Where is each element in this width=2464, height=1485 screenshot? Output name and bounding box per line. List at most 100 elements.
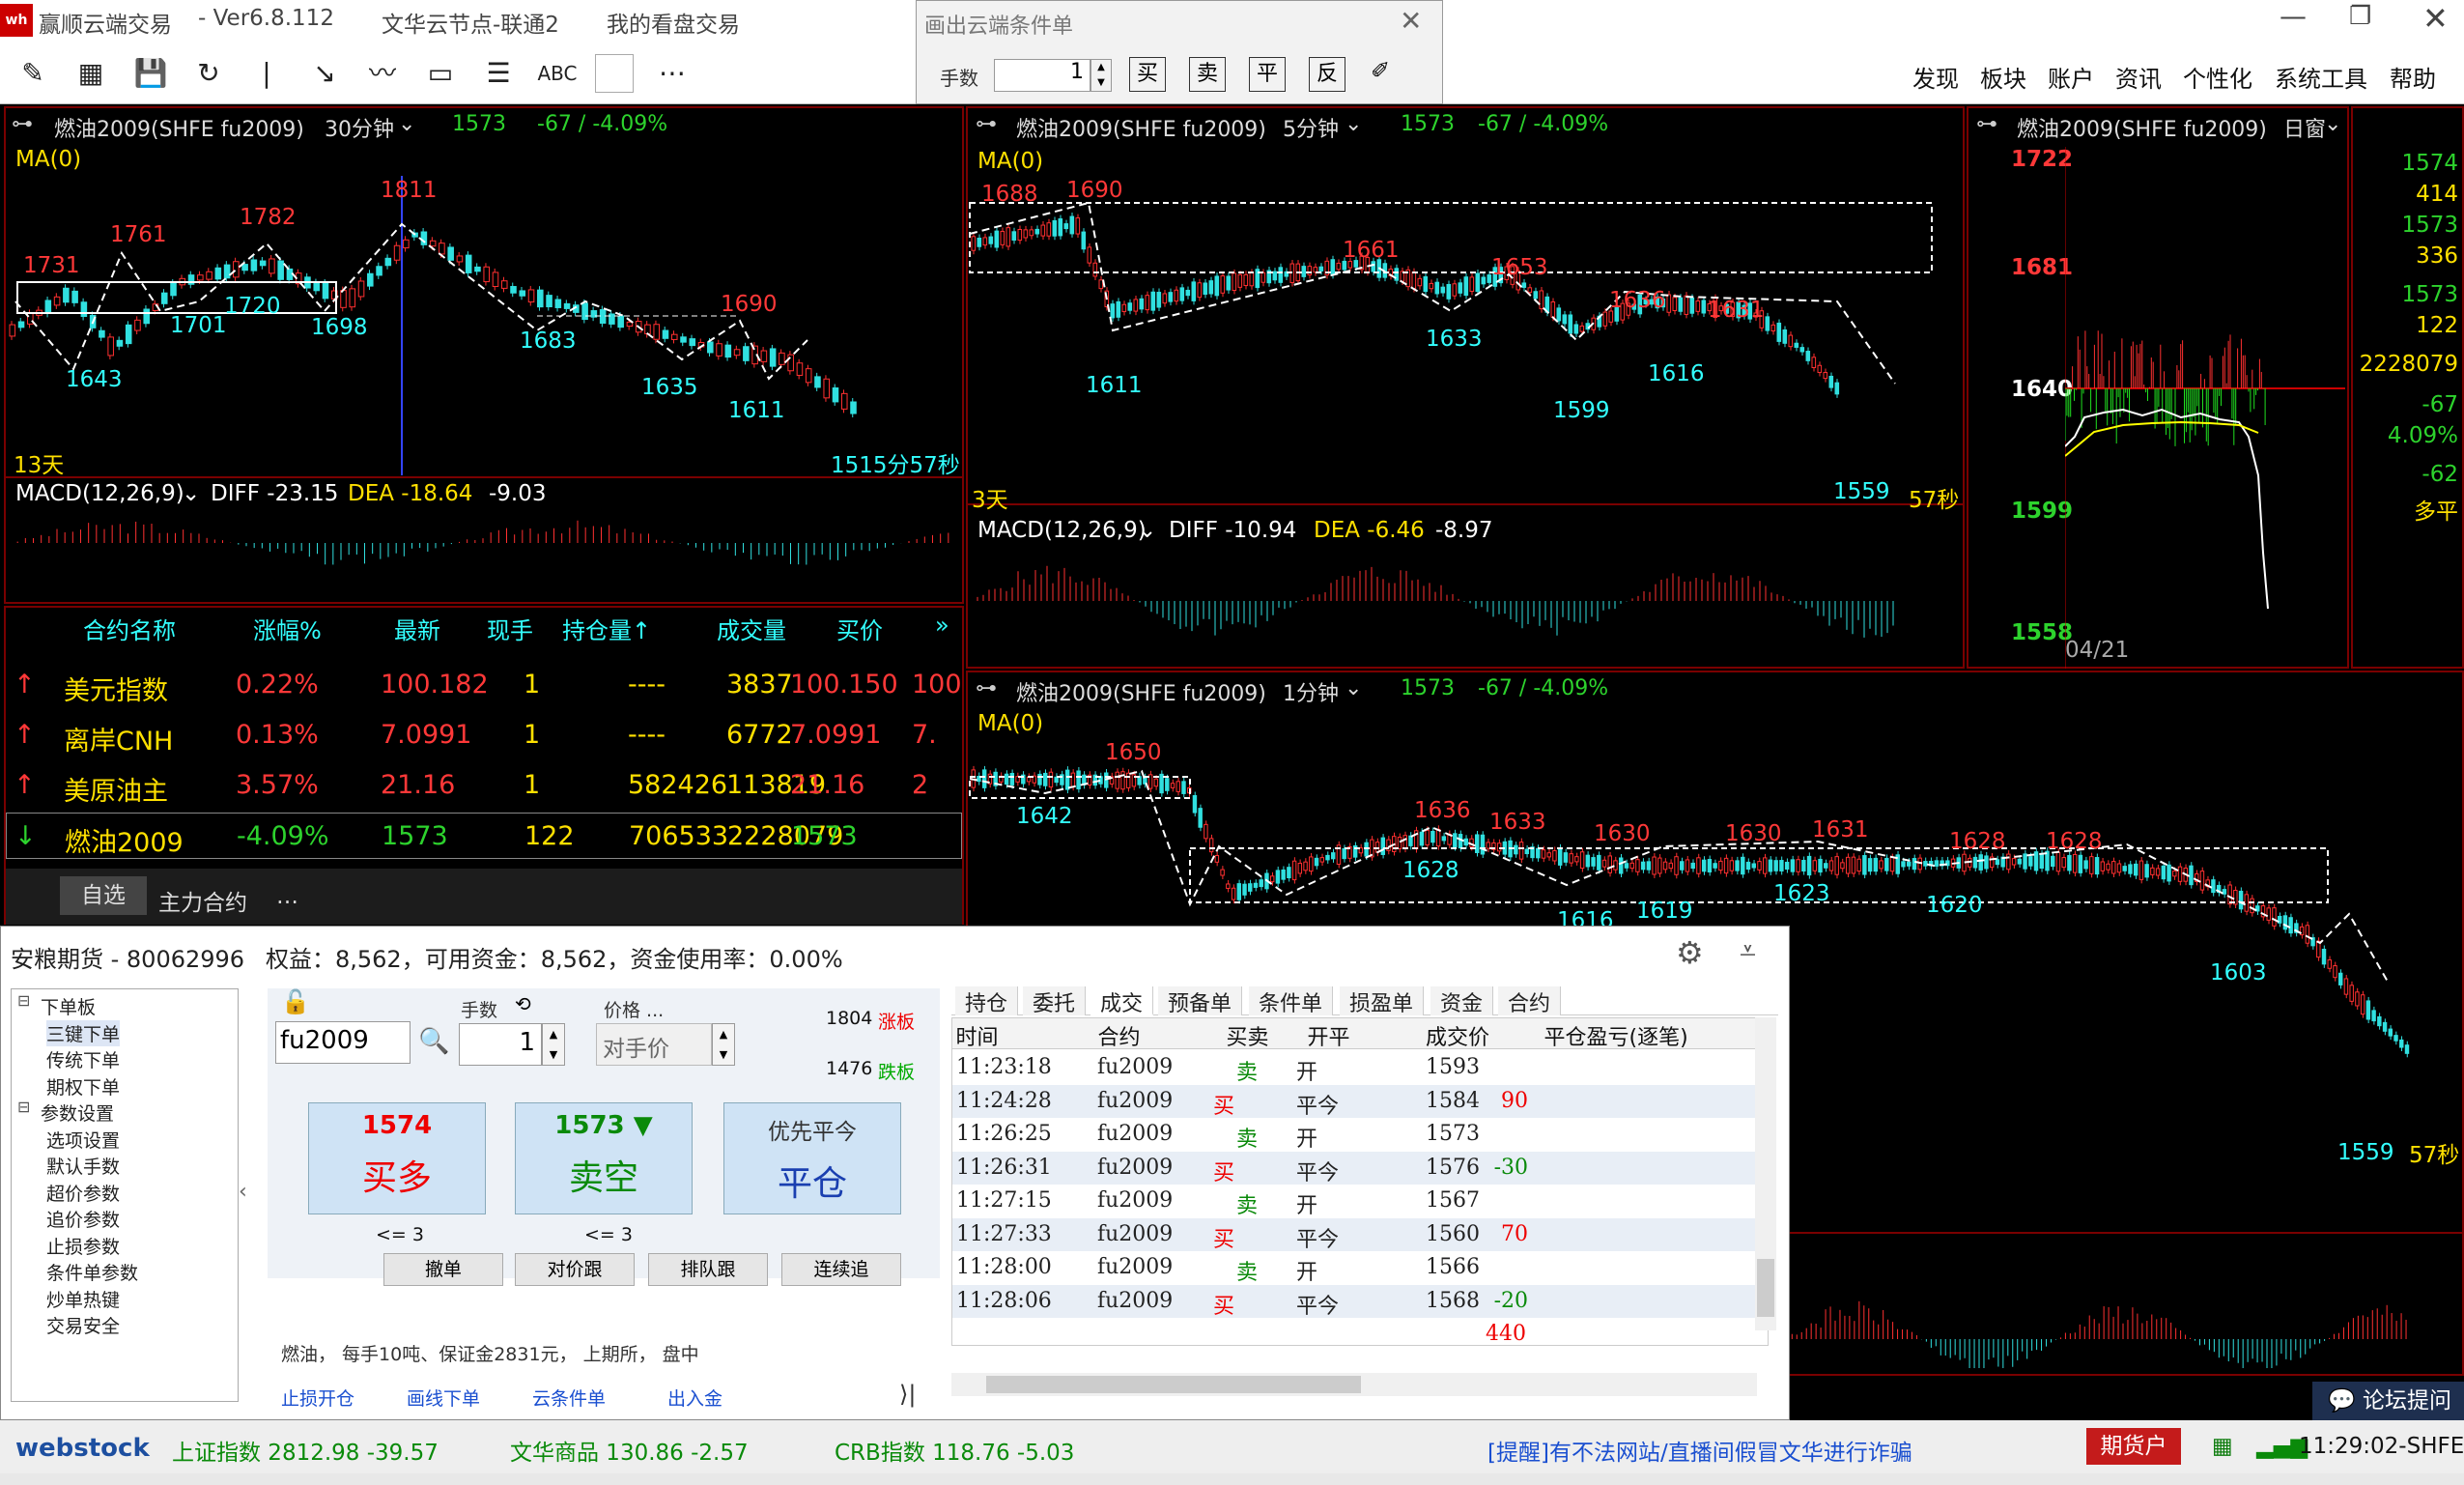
- table-row[interactable]: 11:27:15 fu2009 卖 开 1567: [952, 1185, 1768, 1218]
- index-wenhua[interactable]: 文华商品 130.86 -2.57: [510, 1434, 749, 1467]
- brush-icon[interactable]: ✎: [14, 54, 52, 93]
- price-select[interactable]: 对手价: [596, 1023, 712, 1066]
- tree-item[interactable]: 条件单参数: [46, 1259, 138, 1285]
- col-hand[interactable]: 现手: [487, 612, 533, 645]
- chevron-down-icon[interactable]: ⌄: [2324, 112, 2341, 136]
- col-bid[interactable]: 买价: [836, 612, 883, 645]
- color-picker-icon[interactable]: [595, 54, 634, 93]
- sell-short-button[interactable]: 1573 ▼ 卖空: [515, 1102, 693, 1214]
- lots-input[interactable]: 1: [459, 1023, 542, 1066]
- cond-lots-input[interactable]: 1: [994, 59, 1090, 92]
- menu-personalize[interactable]: 个性化: [2183, 60, 2252, 94]
- tree-item[interactable]: 超价参数: [46, 1180, 120, 1206]
- link-icon[interactable]: ⊶: [976, 676, 997, 700]
- index-crb[interactable]: CRB指数 118.76 -5.03: [835, 1434, 1074, 1467]
- expand-icon[interactable]: ⟩|: [899, 1381, 916, 1408]
- tab-6[interactable]: 资金: [1430, 986, 1494, 1016]
- continuous-chase-button[interactable]: 连续追: [781, 1253, 901, 1286]
- lots-stepper[interactable]: ▲ ▼: [542, 1023, 565, 1066]
- tab-main-contracts[interactable]: 主力合约: [158, 884, 247, 917]
- menu-help[interactable]: 帮助: [2390, 60, 2436, 94]
- order-icon[interactable]: ▦: [71, 54, 110, 93]
- col-header[interactable]: 成交价: [1426, 1020, 1489, 1051]
- vertical-line-icon[interactable]: |: [247, 54, 286, 93]
- close-position-button[interactable]: 优先平今 平仓: [723, 1102, 901, 1214]
- price-stepper[interactable]: ▲ ▼: [712, 1023, 735, 1066]
- chevron-down-icon[interactable]: ⌄: [182, 481, 200, 506]
- horizontal-scrollbar[interactable]: [951, 1373, 1757, 1396]
- link-icon[interactable]: ⊶: [976, 112, 997, 136]
- cond-sell-button[interactable]: 卖: [1189, 57, 1226, 92]
- contract-name[interactable]: 燃油2009(SHFE fu2009): [1016, 676, 1266, 707]
- server-node[interactable]: 文华云节点-联通2: [382, 6, 559, 39]
- text-box-icon[interactable]: ☰: [479, 54, 518, 93]
- account-type-badge[interactable]: 期货户: [2086, 1428, 2181, 1465]
- col-last[interactable]: 最新: [394, 612, 440, 645]
- tree-item[interactable]: 追价参数: [46, 1206, 120, 1232]
- contract-name[interactable]: 燃油2009(SHFE fu2009): [54, 112, 304, 143]
- tab-5[interactable]: 损盈单: [1340, 986, 1425, 1016]
- chevron-down-icon[interactable]: ⌄: [1345, 676, 1362, 700]
- col-name[interactable]: 合约名称: [83, 612, 176, 645]
- link-draw-line-order[interactable]: 画线下单: [407, 1385, 480, 1411]
- col-header[interactable]: 开平: [1308, 1020, 1350, 1051]
- restore-button[interactable]: ❐: [2349, 2, 2371, 31]
- tab-2[interactable]: 成交: [1090, 986, 1154, 1016]
- lock-icon[interactable]: 🔓: [281, 988, 310, 1015]
- cond-buy-button[interactable]: 买: [1129, 57, 1166, 92]
- col-header[interactable]: 时间: [956, 1020, 999, 1051]
- chevron-down-icon[interactable]: ⌄: [1138, 518, 1156, 543]
- tree-toggle-icon[interactable]: ⊟: [17, 991, 30, 1010]
- table-row[interactable]: 11:28:00 fu2009 卖 开 1566: [952, 1251, 1768, 1285]
- period-select[interactable]: 1分钟: [1283, 676, 1339, 707]
- tab-4[interactable]: 条件单: [1249, 986, 1334, 1016]
- table-row[interactable]: 11:26:25 fu2009 卖 开 1573: [952, 1118, 1768, 1152]
- index-shanghai[interactable]: 上证指数 2812.98 -39.57: [172, 1434, 439, 1467]
- table-row[interactable]: 11:24:28 fu2009 买 平今 1584 90: [952, 1084, 1768, 1119]
- period-select[interactable]: 30分钟: [325, 112, 394, 143]
- menu-sectors[interactable]: 板块: [1980, 60, 2026, 94]
- contract-name[interactable]: 燃油2009(SHFE fu2009): [1016, 112, 1266, 143]
- chevron-down-icon[interactable]: ⌄: [1345, 112, 1362, 136]
- vertical-scrollbar[interactable]: [1755, 1017, 1776, 1330]
- menu-system-tools[interactable]: 系统工具: [2275, 60, 2367, 94]
- tab-3[interactable]: 预备单: [1158, 986, 1243, 1016]
- period-select[interactable]: 日窗: [2283, 112, 2326, 143]
- scroll-right-icon[interactable]: »: [935, 612, 949, 639]
- table-row[interactable]: 11:23:18 fu2009 卖 开 1593: [952, 1051, 1768, 1085]
- cond-close-icon[interactable]: ✕: [1400, 5, 1422, 37]
- link-icon[interactable]: ⊶: [12, 112, 33, 136]
- tab-more[interactable]: …: [276, 884, 298, 909]
- col-change[interactable]: 涨幅%: [253, 612, 322, 645]
- more-icon[interactable]: ⋯: [653, 54, 692, 93]
- refresh-icon[interactable]: ↻: [189, 54, 228, 93]
- tab-1[interactable]: 委托: [1023, 986, 1087, 1016]
- col-header[interactable]: 合约: [1098, 1020, 1141, 1051]
- period-select[interactable]: 5分钟: [1283, 112, 1339, 143]
- contract-name[interactable]: 燃油2009(SHFE fu2009): [2017, 112, 2267, 143]
- tree-item[interactable]: 下单板: [41, 993, 96, 1019]
- watch-row[interactable]: ↑ 美原油主 3.57% 21.16 1 582426 113819 21.16 2: [6, 762, 962, 809]
- tab-favorites[interactable]: 自选: [60, 876, 147, 915]
- notice-text[interactable]: [提醒]有不法网站/直播间假冒文华进行诈骗: [1487, 1434, 1912, 1467]
- link-icon[interactable]: ⊶: [1976, 112, 1997, 136]
- watch-row[interactable]: ↑ 离岸CNH 0.13% 7.0991 1 ---- 6772 7.0991 7.: [6, 712, 962, 758]
- tree-item[interactable]: 选项设置: [46, 1127, 120, 1153]
- menu-news[interactable]: 资讯: [2115, 60, 2162, 94]
- col-header[interactable]: 平仓盈亏(逐笔): [1544, 1020, 1688, 1051]
- link-stop-loss-open[interactable]: 止损开仓: [281, 1385, 354, 1411]
- table-row[interactable]: 11:26:31 fu2009 买 平今 1576 -30: [952, 1151, 1768, 1185]
- tree-item[interactable]: 三键下单: [46, 1019, 121, 1046]
- collapse-icon[interactable]: ⩡: [1740, 934, 1756, 968]
- forum-button[interactable]: 💬 论坛提问: [2312, 1382, 2464, 1420]
- rectangle-icon[interactable]: ▭: [421, 54, 460, 93]
- cond-reverse-button[interactable]: 反: [1309, 57, 1345, 92]
- cancel-order-button[interactable]: 撤单: [383, 1253, 503, 1286]
- cond-close-button[interactable]: 平: [1249, 57, 1286, 92]
- watch-row[interactable]: ↓ 燃油2009 -4.09% 1573 122 706533 2228079 1573: [6, 813, 962, 859]
- ma-indicator[interactable]: MA(0): [977, 711, 1043, 736]
- ma-indicator[interactable]: MA(0): [15, 147, 81, 172]
- save-icon[interactable]: 💾: [131, 54, 170, 93]
- link-cloud-condition[interactable]: 云条件单: [532, 1385, 606, 1411]
- tree-item[interactable]: 期权下单: [46, 1073, 120, 1099]
